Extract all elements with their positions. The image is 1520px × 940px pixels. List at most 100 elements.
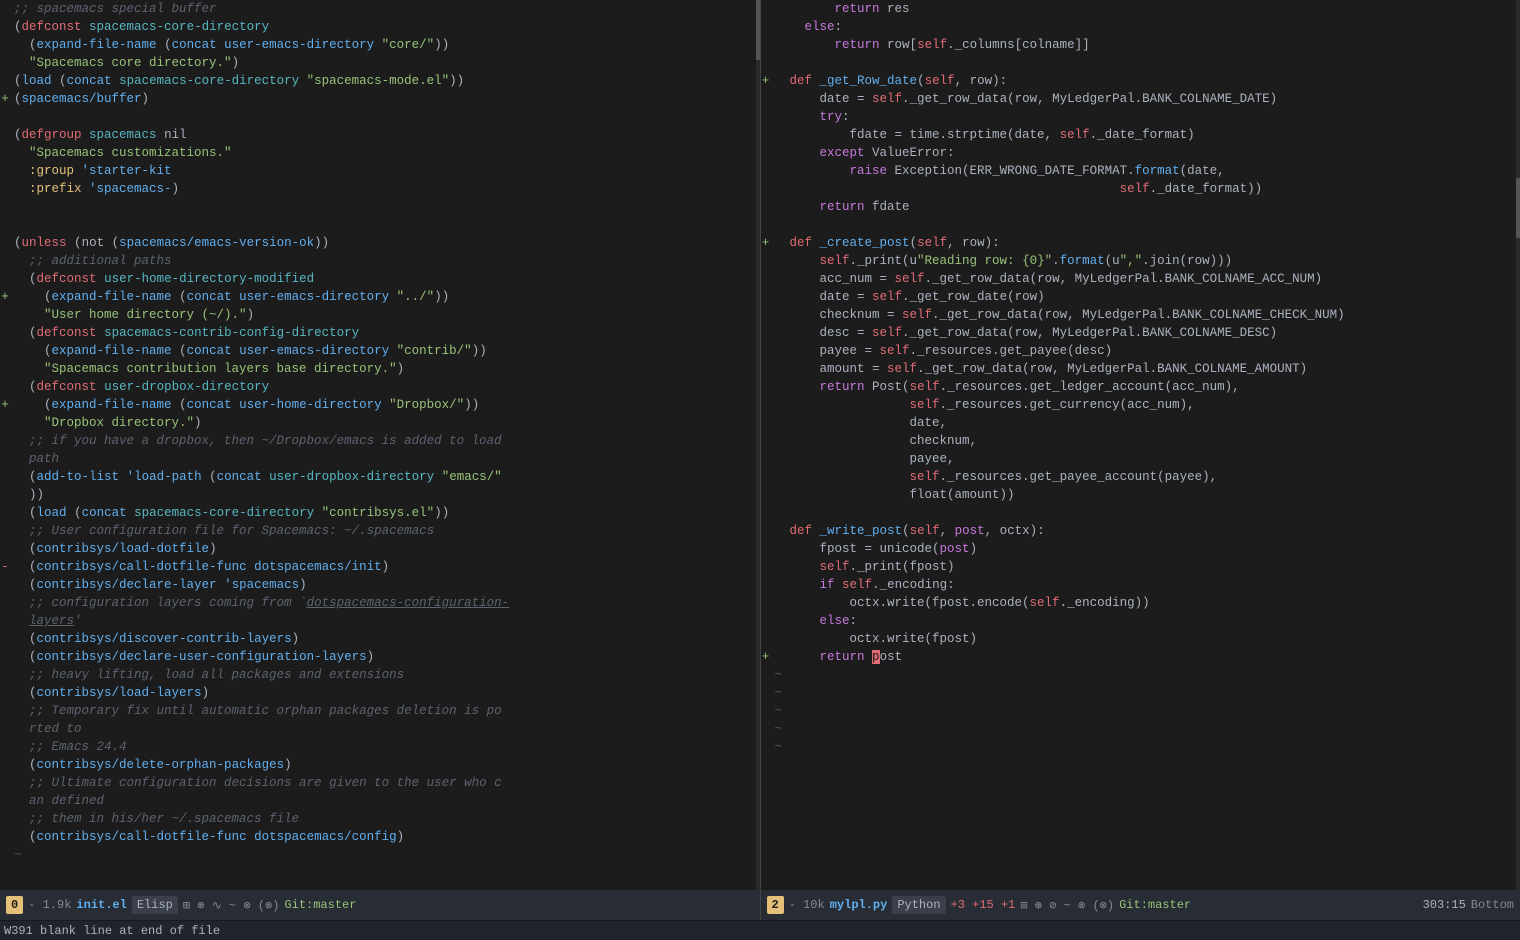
gutter-mark — [0, 486, 10, 504]
code-line: "Spacemacs customizations." — [0, 144, 760, 162]
gutter-mark: + — [0, 288, 10, 306]
left-modeline-mode: Elisp — [132, 896, 178, 914]
gutter-mark — [0, 54, 10, 72]
gutter-mark — [761, 432, 771, 450]
line-content: desc = self._get_row_data(row, MyLedgerP… — [771, 324, 1520, 342]
gutter-mark — [761, 216, 771, 234]
gutter-mark — [761, 558, 771, 576]
line-content: else: — [771, 18, 1520, 36]
line-content: (contribsys/load-dotfile) — [10, 540, 760, 558]
code-line: (load (concat spacemacs-core-directory "… — [0, 504, 760, 522]
line-content: else: — [771, 612, 1520, 630]
gutter-mark — [0, 630, 10, 648]
left-modeline-num: 0 — [6, 896, 23, 914]
line-content: "User home directory (~/).") — [10, 306, 760, 324]
line-content: ;; Ultimate configuration decisions are … — [10, 774, 760, 792]
line-content: self._resources.get_currency(acc_num), — [771, 396, 1520, 414]
code-line: self._print(u"Reading row: {0}".format(u… — [761, 252, 1520, 270]
line-content: ;; User configuration file for Spacemacs… — [10, 522, 760, 540]
gutter-mark — [761, 396, 771, 414]
code-line: return fdate — [761, 198, 1520, 216]
code-line: an defined — [0, 792, 760, 810]
code-line — [0, 108, 760, 126]
code-line: "Spacemacs core directory.") — [0, 54, 760, 72]
left-code-area[interactable]: ;; spacemacs special buffer (defconst sp… — [0, 0, 760, 870]
line-content: ;; spacemacs special buffer — [10, 0, 760, 18]
line-content: amount = self._get_row_data(row, MyLedge… — [771, 360, 1520, 378]
code-line: :prefix 'spacemacs-) — [0, 180, 760, 198]
gutter-mark — [0, 720, 10, 738]
right-scrollbar[interactable] — [1516, 0, 1520, 890]
right-pane[interactable]: return res else: return row[self._column… — [761, 0, 1520, 890]
gutter-mark — [761, 270, 771, 288]
line-content — [10, 198, 760, 216]
code-line: + def _get_Row_date(self, row): — [761, 72, 1520, 90]
gutter-mark: + — [0, 396, 10, 414]
line-content: "Dropbox directory.") — [10, 414, 760, 432]
code-line: (load (concat spacemacs-core-directory "… — [0, 72, 760, 90]
right-code-area[interactable]: return res else: return row[self._column… — [761, 0, 1520, 870]
code-line: checknum, — [761, 432, 1520, 450]
line-content: (defconst spacemacs-contrib-config-direc… — [10, 324, 760, 342]
gutter-mark — [0, 162, 10, 180]
gutter-mark — [761, 414, 771, 432]
panes: ;; spacemacs special buffer (defconst sp… — [0, 0, 1520, 890]
code-line — [761, 504, 1520, 522]
left-scrollbar[interactable] — [756, 0, 760, 890]
code-line: path — [0, 450, 760, 468]
line-content: path — [10, 450, 760, 468]
gutter-mark — [0, 198, 10, 216]
line-content: try: — [771, 108, 1520, 126]
line-content: return post — [771, 648, 1520, 666]
line-content: (contribsys/call-dotfile-func dotspacema… — [10, 558, 760, 576]
gutter-mark — [761, 378, 771, 396]
code-line: (add-to-list 'load-path (concat user-dro… — [0, 468, 760, 486]
line-content: ;; configuration layers coming from `dot… — [10, 594, 760, 612]
line-content: self._date_format)) — [771, 180, 1520, 198]
right-scroll-thumb[interactable] — [1516, 178, 1520, 238]
gutter-mark — [761, 180, 771, 198]
status-bar: W391 blank line at end of file — [0, 920, 1520, 940]
gutter-mark — [0, 144, 10, 162]
gutter-mark — [0, 270, 10, 288]
code-line — [0, 216, 760, 234]
line-content: "Spacemacs contribution layers base dire… — [10, 360, 760, 378]
gutter-mark — [0, 522, 10, 540]
gutter-mark — [761, 144, 771, 162]
right-modeline-info: - 10k — [789, 898, 825, 912]
gutter-mark — [761, 324, 771, 342]
left-modeline-git: Git:master — [284, 898, 356, 912]
code-line: acc_num = self._get_row_data(row, MyLedg… — [761, 270, 1520, 288]
code-line: fpost = unicode(post) — [761, 540, 1520, 558]
code-line: (defconst spacemacs-contrib-config-direc… — [0, 324, 760, 342]
line-content: checknum = self._get_row_data(row, MyLed… — [771, 306, 1520, 324]
gutter-mark — [0, 648, 10, 666]
gutter-mark — [0, 126, 10, 144]
line-content: (expand-file-name (concat user-emacs-dir… — [10, 288, 760, 306]
gutter-mark — [0, 450, 10, 468]
gutter-mark — [0, 540, 10, 558]
line-content: date, — [771, 414, 1520, 432]
line-content: (contribsys/delete-orphan-packages) — [10, 756, 760, 774]
code-line: octx.write(fpost.encode(self._encoding)) — [761, 594, 1520, 612]
code-line: :group 'starter-kit — [0, 162, 760, 180]
gutter-mark — [0, 810, 10, 828]
left-pane[interactable]: ;; spacemacs special buffer (defconst sp… — [0, 0, 761, 890]
code-line: ;; if you have a dropbox, then ~/Dropbox… — [0, 432, 760, 450]
line-content: acc_num = self._get_row_data(row, MyLedg… — [771, 270, 1520, 288]
line-content: self._print(u"Reading row: {0}".format(u… — [771, 252, 1520, 270]
left-modeline-info: - 1.9k — [28, 898, 71, 912]
line-content — [10, 108, 760, 126]
line-content: (defconst user-home-directory-modified — [10, 270, 760, 288]
right-modeline-changes: +3 +15 +1 — [951, 898, 1016, 912]
gutter-mark — [761, 108, 771, 126]
line-content: (spacemacs/buffer) — [10, 90, 760, 108]
tilde-line: ~ — [761, 666, 1520, 684]
gutter-mark — [0, 216, 10, 234]
code-line: raise Exception(ERR_WRONG_DATE_FORMAT.fo… — [761, 162, 1520, 180]
code-line: + (expand-file-name (concat user-emacs-d… — [0, 288, 760, 306]
gutter-mark — [761, 504, 771, 522]
gutter-mark — [761, 450, 771, 468]
left-scroll-thumb[interactable] — [756, 0, 760, 60]
line-content: "Spacemacs customizations." — [10, 144, 760, 162]
